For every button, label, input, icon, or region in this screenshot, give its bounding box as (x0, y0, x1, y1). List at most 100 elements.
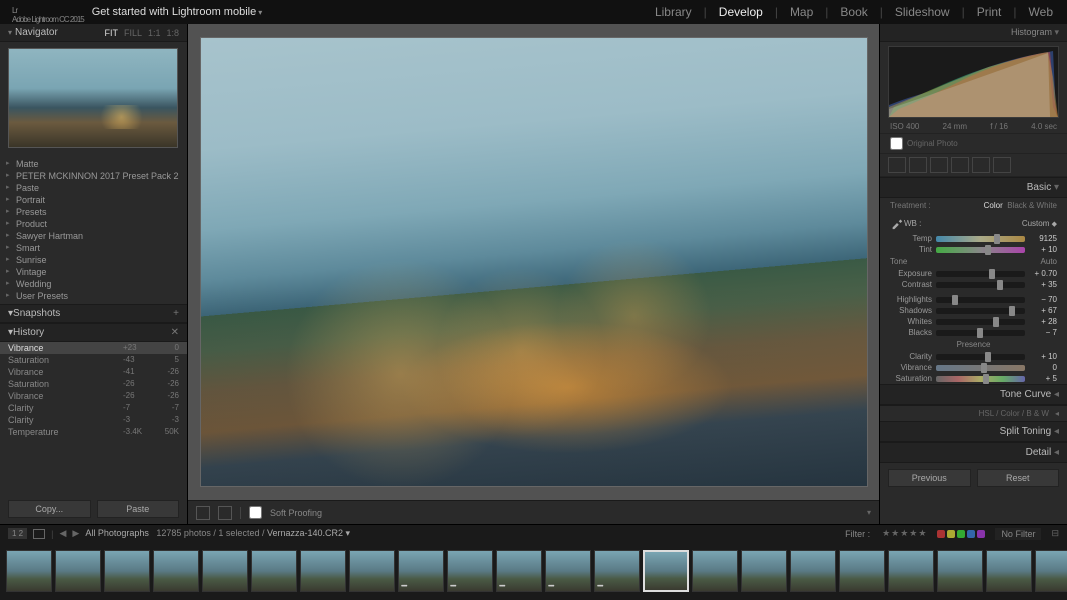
add-icon[interactable]: + (173, 308, 179, 319)
treatment-bw[interactable]: Black & White (1007, 201, 1057, 210)
zoom-fit[interactable]: FIT (104, 28, 118, 38)
breadcrumb[interactable]: All Photographs 12785 photos / 1 selecte… (85, 528, 350, 539)
filmstrip-thumb[interactable] (1035, 550, 1067, 592)
filmstrip-thumb[interactable] (55, 550, 101, 592)
grid-view-icon[interactable] (33, 529, 45, 539)
shadows-slider[interactable]: Shadows+ 67 (880, 305, 1067, 316)
vibrance-slider[interactable]: Vibrance0 (880, 362, 1067, 373)
filmstrip-thumb[interactable] (790, 550, 836, 592)
history-step[interactable]: Vibrance-26-26 (0, 390, 187, 402)
preset-folder[interactable]: Wedding (0, 278, 187, 290)
soft-proof-checkbox[interactable] (249, 506, 262, 519)
exposure-slider[interactable]: Exposure+ 0.70 (880, 268, 1067, 279)
module-web[interactable]: Web (1025, 5, 1057, 19)
tone-curve-header[interactable]: Tone Curve ◂ (880, 384, 1067, 405)
history-step[interactable]: Saturation-26-26 (0, 378, 187, 390)
basic-panel-header[interactable]: Basic ▾ (880, 177, 1067, 198)
preset-folder[interactable]: Sunrise (0, 254, 187, 266)
history-step[interactable]: Temperature-3.4K50K (0, 426, 187, 438)
chevron-down-icon[interactable]: ▾ (867, 508, 871, 517)
filmstrip-thumb[interactable] (349, 550, 395, 592)
compare-view-icon[interactable] (218, 506, 232, 520)
filmstrip-thumb[interactable] (643, 550, 689, 592)
preset-folder[interactable]: Smart (0, 242, 187, 254)
close-icon[interactable]: ✕ (171, 327, 179, 338)
history-step[interactable]: Vibrance-41-26 (0, 366, 187, 378)
radial-filter-icon[interactable] (972, 157, 990, 173)
eyedropper-icon[interactable] (890, 216, 904, 230)
module-develop[interactable]: Develop (715, 5, 767, 19)
zoom-1:1[interactable]: 1:1 (148, 28, 161, 38)
filmstrip-thumb[interactable]: ••••• (594, 550, 640, 592)
whites-slider[interactable]: Whites+ 28 (880, 316, 1067, 327)
navigator-header[interactable]: ▾Navigator FITFILL1:11:8 (0, 24, 187, 42)
zoom-1:8[interactable]: 1:8 (166, 28, 179, 38)
histogram[interactable] (888, 46, 1059, 118)
nav-back-icon[interactable]: ◀ (59, 528, 66, 539)
filmstrip-thumb[interactable] (251, 550, 297, 592)
preset-folder[interactable]: Sawyer Hartman (0, 230, 187, 242)
no-filter-dropdown[interactable]: No Filter (995, 528, 1041, 540)
filmstrip-thumb[interactable] (153, 550, 199, 592)
filmstrip-thumb[interactable] (202, 550, 248, 592)
preset-folder[interactable]: Vintage (0, 266, 187, 278)
original-photo-checkbox[interactable] (890, 137, 903, 150)
split-toning-header[interactable]: Split Toning ◂ (880, 421, 1067, 442)
copy-button[interactable]: Copy... (8, 500, 91, 518)
histogram-header[interactable]: Histogram ▾ (880, 24, 1067, 42)
main-photo[interactable] (200, 37, 868, 487)
detail-header[interactable]: Detail ◂ (880, 442, 1067, 463)
filmstrip-thumb[interactable] (839, 550, 885, 592)
preset-folder[interactable]: Presets (0, 206, 187, 218)
saturation-slider[interactable]: Saturation+ 5 (880, 373, 1067, 384)
history-step[interactable]: Clarity-7-7 (0, 402, 187, 414)
loupe-view-icon[interactable] (196, 506, 210, 520)
module-slideshow[interactable]: Slideshow (891, 5, 954, 19)
filmstrip-thumb[interactable]: ••••• (545, 550, 591, 592)
filmstrip-thumb[interactable] (888, 550, 934, 592)
preset-folder[interactable]: User Presets (0, 290, 187, 302)
filter-colors[interactable] (937, 530, 985, 538)
filmstrip-thumb[interactable] (692, 550, 738, 592)
filmstrip-thumb[interactable]: ••••• (447, 550, 493, 592)
history-step[interactable]: Saturation-435 (0, 354, 187, 366)
filmstrip-thumb[interactable]: ••••• (496, 550, 542, 592)
clarity-slider[interactable]: Clarity+ 10 (880, 351, 1067, 362)
preset-folder[interactable]: Paste (0, 182, 187, 194)
filter-stars[interactable]: ★★★★★ (882, 528, 927, 539)
preset-folder[interactable]: Matte (0, 158, 187, 170)
spot-tool-icon[interactable] (909, 157, 927, 173)
filmstrip-thumb[interactable] (741, 550, 787, 592)
contrast-slider[interactable]: Contrast+ 35 (880, 279, 1067, 290)
previous-button[interactable]: Previous (888, 469, 971, 487)
module-print[interactable]: Print (973, 5, 1006, 19)
preset-folder[interactable]: PETER MCKINNON 2017 Preset Pack 2 (0, 170, 187, 182)
history-step[interactable]: Vibrance+230 (0, 342, 187, 354)
navigator-thumbnail[interactable] (8, 48, 178, 148)
redeye-tool-icon[interactable] (930, 157, 948, 173)
auto-tone-button[interactable]: Auto (1041, 257, 1057, 266)
filmstrip-thumb[interactable] (986, 550, 1032, 592)
monitor-toggle[interactable]: 1 2 (8, 528, 27, 539)
filmstrip-thumb[interactable] (937, 550, 983, 592)
history-step[interactable]: Clarity-3-3 (0, 414, 187, 426)
wb-dropdown[interactable]: Custom ◆ (1022, 219, 1057, 228)
brush-tool-icon[interactable] (993, 157, 1011, 173)
snapshots-header[interactable]: ▾Snapshots+ (0, 304, 187, 323)
zoom-fill[interactable]: FILL (124, 28, 142, 38)
paste-button[interactable]: Paste (97, 500, 180, 518)
history-header[interactable]: ▾History✕ (0, 323, 187, 342)
filmstrip-thumb[interactable] (6, 550, 52, 592)
blacks-slider[interactable]: Blacks− 7 (880, 327, 1067, 338)
filmstrip-thumb[interactable] (104, 550, 150, 592)
filmstrip-thumb[interactable] (300, 550, 346, 592)
reset-button[interactable]: Reset (977, 469, 1060, 487)
module-library[interactable]: Library (651, 5, 696, 19)
preset-folder[interactable]: Portrait (0, 194, 187, 206)
module-book[interactable]: Book (836, 5, 871, 19)
highlights-slider[interactable]: Highlights− 70 (880, 294, 1067, 305)
grad-filter-icon[interactable] (951, 157, 969, 173)
welcome-link[interactable]: Get started with Lightroom mobile▾ (92, 6, 262, 18)
nav-fwd-icon[interactable]: ▶ (72, 528, 79, 539)
treatment-color[interactable]: Color (984, 201, 1003, 210)
